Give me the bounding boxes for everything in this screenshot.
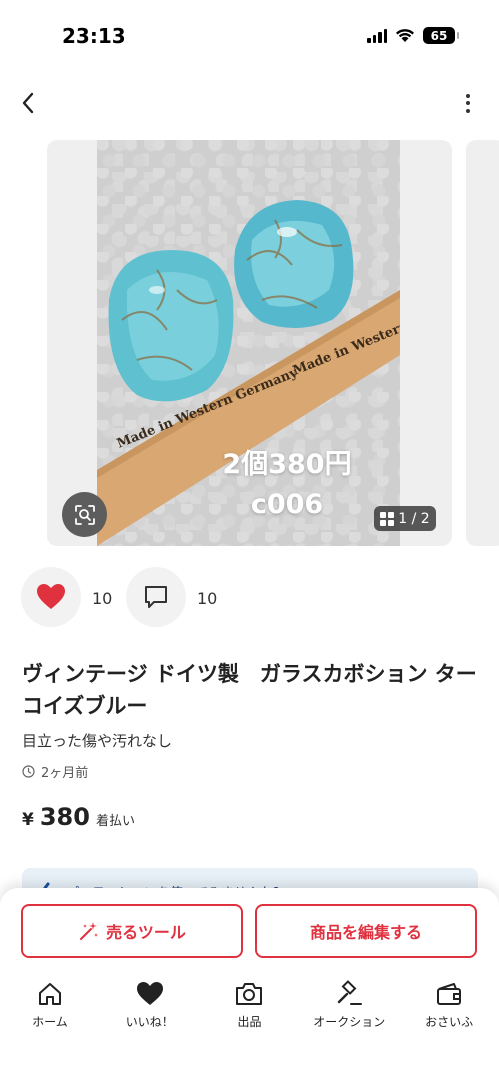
more-vertical-icon — [466, 93, 470, 98]
photo-caption-line-2: c006 — [250, 489, 324, 520]
grid-icon — [380, 511, 395, 526]
tab-auction[interactable]: オークション — [299, 980, 399, 1040]
tab-likes-label: いいね！ — [125, 1015, 174, 1029]
price-row: ¥ 380 着払い — [22, 803, 135, 831]
wallet-icon — [437, 983, 462, 1005]
image-carousel[interactable]: Made in Western Germany Made in Western … — [47, 140, 452, 546]
chevron-left-icon — [22, 92, 34, 114]
photo-caption: 2個380円 c006 — [217, 445, 357, 525]
tab-home-label: ホーム — [32, 1015, 68, 1029]
more-options-button[interactable] — [459, 87, 477, 119]
status-time: 23:13 — [62, 24, 126, 48]
shipping-note: 着払い — [95, 814, 135, 829]
image-counter-text: 1 / 2 — [398, 510, 430, 527]
wifi-icon — [396, 29, 414, 42]
back-button[interactable] — [14, 87, 42, 119]
tab-sell[interactable]: 出品 — [200, 980, 300, 1040]
home-icon — [38, 983, 61, 1005]
sell-tool-button[interactable]: 売るツール — [21, 904, 243, 958]
comment-icon — [145, 586, 167, 608]
item-title: ヴィンテージ ドイツ製 ガラスカボション ターコイズブルー — [22, 662, 477, 718]
bottom-action-sheet: 売るツール 商品を編集する ホーム いいね！ 出品 オークション おさいふ — [0, 888, 499, 1080]
tab-likes[interactable]: いいね！ — [100, 980, 200, 1040]
edit-item-button[interactable]: 商品を編集する — [255, 904, 477, 958]
signal-icon — [367, 28, 387, 43]
battery-icon: 65 — [423, 27, 459, 44]
next-image-peek[interactable] — [466, 140, 499, 546]
tab-wallet-label: おさいふ — [425, 1015, 474, 1029]
tab-wallet[interactable]: おさいふ — [399, 980, 499, 1040]
posted-time-row: 2ヶ月前 — [22, 762, 88, 781]
item-photo[interactable]: Made in Western Germany Made in Western … — [97, 140, 400, 546]
clock-icon — [22, 765, 35, 778]
image-search-button[interactable] — [62, 492, 107, 537]
magic-wand-icon — [80, 922, 99, 940]
like-button[interactable] — [21, 567, 81, 627]
posted-time: 2ヶ月前 — [41, 766, 89, 781]
tab-home[interactable]: ホーム — [0, 980, 100, 1040]
heart-icon — [37, 584, 65, 609]
edit-item-label: 商品を編集する — [309, 923, 422, 942]
price-currency: ¥ — [22, 810, 34, 830]
bottom-tab-bar: ホーム いいね！ 出品 オークション おさいふ — [0, 980, 499, 1040]
scan-search-icon — [74, 504, 95, 525]
status-icons: 65 — [367, 27, 459, 44]
gavel-icon — [338, 980, 363, 1005]
nav-bar — [0, 85, 499, 121]
comment-button[interactable] — [126, 567, 186, 627]
camera-icon — [236, 983, 263, 1005]
sell-tool-label: 売るツール — [106, 923, 186, 942]
status-bar: 23:13 65 — [0, 0, 499, 75]
image-counter-badge[interactable]: 1 / 2 — [374, 506, 436, 531]
tab-sell-label: 出品 — [237, 1015, 262, 1029]
heart-icon — [136, 982, 163, 1005]
like-count: 10 — [92, 589, 113, 608]
price-value: 380 — [39, 803, 90, 831]
photo-caption-line-1: 2個380円 — [222, 449, 352, 480]
item-condition: 目立った傷や汚れなし — [22, 732, 173, 750]
comment-count: 10 — [197, 589, 218, 608]
tab-auction-label: オークション — [313, 1015, 386, 1029]
